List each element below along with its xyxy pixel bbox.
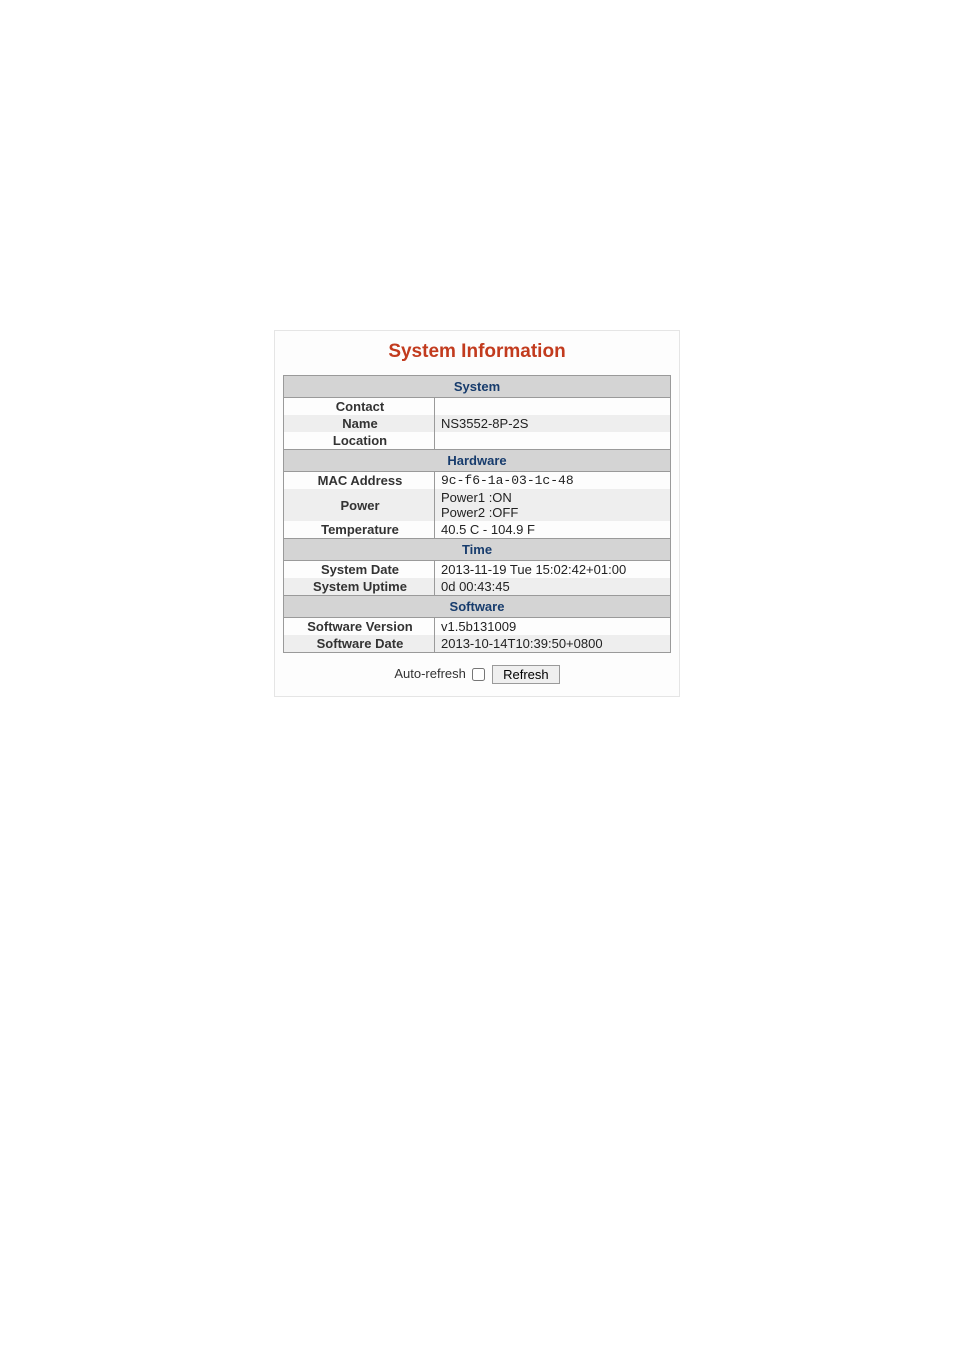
value-power-line2: Power2 :OFF xyxy=(441,505,518,520)
label-contact: Contact xyxy=(284,398,435,416)
system-info-panel: System Information System Contact Name N… xyxy=(274,330,680,697)
label-system-date: System Date xyxy=(284,561,435,579)
value-system-date: 2013-11-19 Tue 15:02:42+01:00 xyxy=(435,561,671,579)
auto-refresh-checkbox[interactable] xyxy=(472,668,485,681)
auto-refresh-label: Auto-refresh xyxy=(394,666,466,681)
label-system-uptime: System Uptime xyxy=(284,578,435,596)
section-header-software: Software xyxy=(284,596,671,618)
section-header-hardware: Hardware xyxy=(284,450,671,472)
label-software-date: Software Date xyxy=(284,635,435,653)
value-system-uptime: 0d 00:43:45 xyxy=(435,578,671,596)
value-contact xyxy=(435,398,671,416)
value-mac: 9c-f6-1a-03-1c-48 xyxy=(435,472,671,490)
value-software-version: v1.5b131009 xyxy=(435,618,671,636)
controls-row: Auto-refresh Refresh xyxy=(283,665,671,684)
page-title: System Information xyxy=(283,341,671,363)
refresh-button[interactable]: Refresh xyxy=(492,665,560,684)
section-header-time: Time xyxy=(284,539,671,561)
value-power: Power1 :ON Power2 :OFF xyxy=(435,489,671,521)
value-power-line1: Power1 :ON xyxy=(441,490,512,505)
label-mac: MAC Address xyxy=(284,472,435,490)
value-location xyxy=(435,432,671,450)
value-temperature: 40.5 C - 104.9 F xyxy=(435,521,671,539)
section-header-system: System xyxy=(284,376,671,398)
label-location: Location xyxy=(284,432,435,450)
value-software-date: 2013-10-14T10:39:50+0800 xyxy=(435,635,671,653)
info-table: System Contact Name NS3552-8P-2S Locatio… xyxy=(283,375,671,653)
label-software-version: Software Version xyxy=(284,618,435,636)
label-name: Name xyxy=(284,415,435,432)
value-name: NS3552-8P-2S xyxy=(435,415,671,432)
label-temperature: Temperature xyxy=(284,521,435,539)
label-power: Power xyxy=(284,489,435,521)
